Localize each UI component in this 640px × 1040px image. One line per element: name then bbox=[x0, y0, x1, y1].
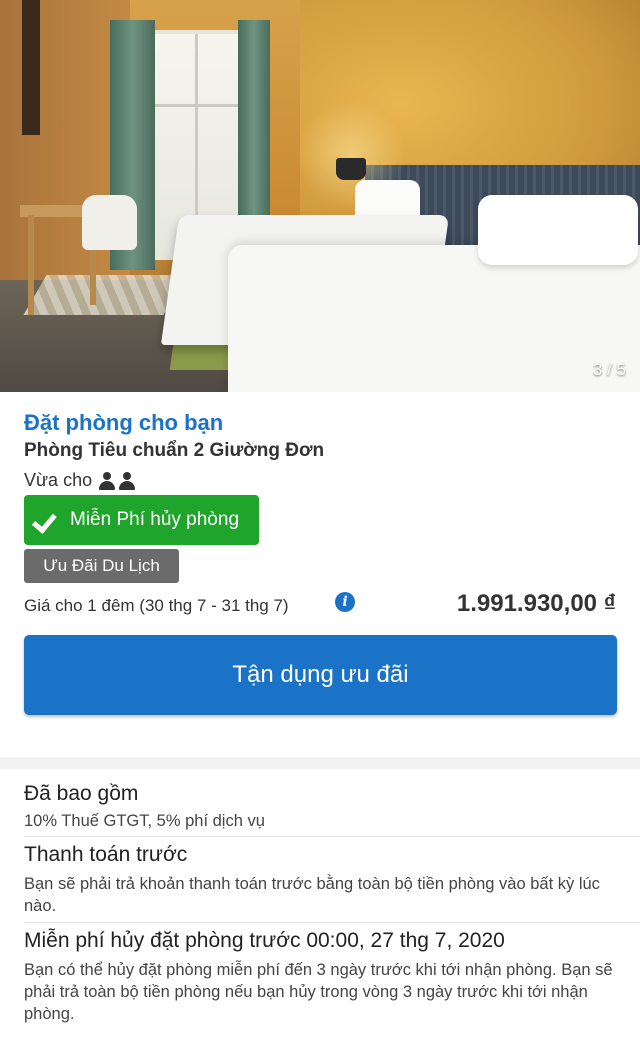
photo-lamp bbox=[336, 158, 366, 180]
price: 1.991.930,00 ₫ bbox=[456, 590, 616, 617]
price-row: Giá cho 1 đêm (30 thg 7 - 31 thg 7) i 1.… bbox=[24, 590, 616, 620]
prepayment-body: Bạn sẽ phải trả khoản thanh toán trước b… bbox=[24, 875, 600, 915]
section-separator bbox=[0, 757, 640, 769]
room-name: Phòng Tiêu chuẩn 2 Giường Đơn bbox=[24, 440, 325, 461]
included-heading: Đã bao gồm bbox=[24, 782, 139, 805]
photo-pillow bbox=[478, 195, 638, 265]
prepayment-heading: Thanh toán trước bbox=[24, 843, 188, 866]
free-cancel-badge: Miễn Phí hủy phòng bbox=[24, 495, 259, 545]
person-icon bbox=[118, 471, 136, 490]
included-body: 10% Thuế GTGT, 5% phí dịch vụ bbox=[24, 812, 265, 830]
room-photo[interactable]: 3 / 5 bbox=[0, 0, 640, 392]
cancellation-section: Miễn phí hủy đặt phòng trước 00:00, 27 t… bbox=[24, 929, 624, 1025]
photo-rug bbox=[23, 275, 187, 315]
offer-title: Đặt phòng cho bạn bbox=[24, 410, 224, 435]
photo-mirror bbox=[22, 0, 40, 135]
included-section: Đã bao gồm 10% Thuế GTGT, 5% phí dịch vụ bbox=[24, 782, 624, 832]
divider bbox=[24, 922, 640, 923]
person-icon bbox=[98, 471, 116, 490]
photo-counter: 3 / 5 bbox=[592, 360, 626, 379]
price-label: Giá cho 1 đêm (30 thg 7 - 31 thg 7) bbox=[24, 596, 289, 615]
cancellation-body: Bạn có thể hủy đặt phòng miễn phí đến 3 … bbox=[24, 961, 613, 1023]
occupancy-label: Vừa cho bbox=[24, 470, 93, 490]
photo-desk-leg bbox=[28, 215, 34, 315]
info-icon[interactable]: i bbox=[335, 592, 355, 612]
cancellation-heading: Miễn phí hủy đặt phòng trước 00:00, 27 t… bbox=[24, 929, 505, 952]
divider bbox=[24, 836, 640, 837]
photo-chair bbox=[82, 195, 137, 250]
checkmark-icon bbox=[36, 509, 62, 531]
prepayment-section: Thanh toán trước Bạn sẽ phải trả khoản t… bbox=[24, 843, 624, 917]
photo-bed bbox=[228, 245, 640, 392]
free-cancel-label: Miễn Phí hủy phòng bbox=[70, 509, 240, 530]
two-persons-icon bbox=[98, 471, 136, 490]
occupancy: Vừa cho bbox=[24, 470, 136, 491]
deal-tag: Ưu Đãi Du Lịch bbox=[24, 549, 179, 583]
claim-deal-button[interactable]: Tận dụng ưu đãi bbox=[24, 635, 617, 715]
